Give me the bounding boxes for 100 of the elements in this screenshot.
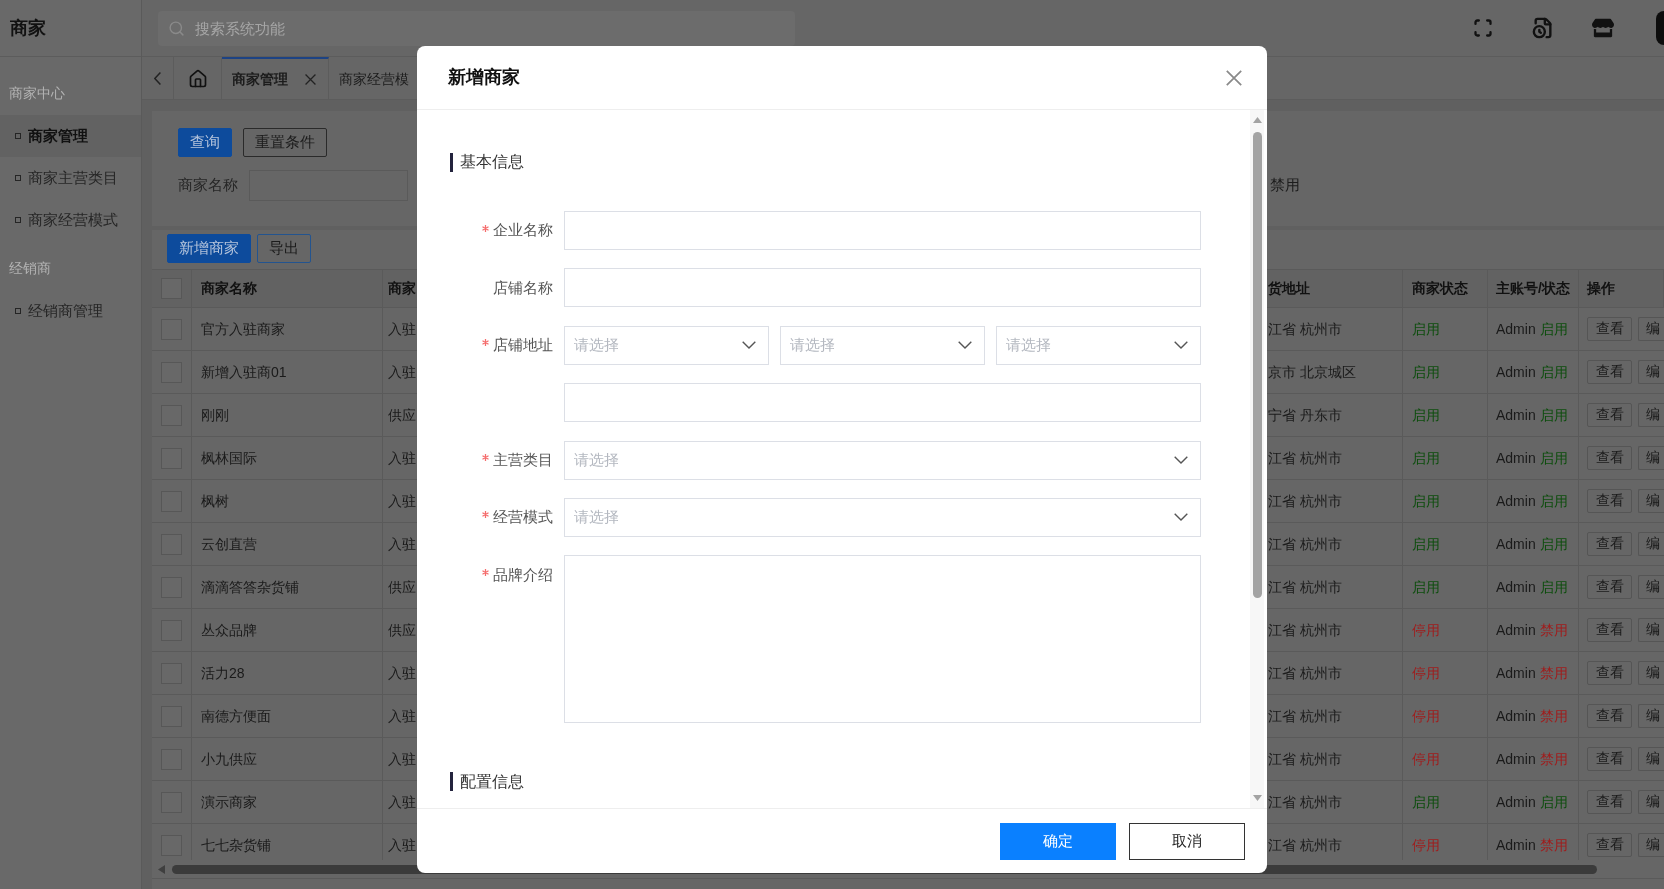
select-field[interactable]: 请选择 xyxy=(564,325,769,365)
tab[interactable]: 商家管理 xyxy=(222,57,329,99)
action-button[interactable]: 查看 xyxy=(1587,790,1632,814)
search-field[interactable]: 搜索系统功能 xyxy=(158,10,795,46)
field-label: 店铺地址 xyxy=(493,335,553,356)
filter-button[interactable]: 重置条件 xyxy=(243,128,327,157)
scrollbar-thumb[interactable] xyxy=(1252,132,1262,598)
action-button[interactable]: 查看 xyxy=(1587,403,1632,427)
action-button[interactable]: 查看 xyxy=(1587,618,1632,642)
table-cell: 官方入驻商家 xyxy=(192,308,383,350)
action-button[interactable]: 查看 xyxy=(1587,747,1632,771)
sidebar-item[interactable]: 商家主营类目 xyxy=(0,157,141,199)
table-cell: 丛众品牌 xyxy=(192,609,383,651)
action-button[interactable]: 编 xyxy=(1638,575,1664,599)
sidebar-item[interactable]: 商家管理 xyxy=(0,115,141,157)
account-status: 启用 xyxy=(1539,792,1568,812)
action-button[interactable]: 查看 xyxy=(1587,704,1632,728)
table-cell: 停用 xyxy=(1403,695,1488,737)
chevron-down-icon xyxy=(1174,456,1188,465)
chevron-down-icon xyxy=(1174,341,1188,350)
table-cell: 停用 xyxy=(1403,609,1488,651)
document-clock-icon[interactable] xyxy=(1532,17,1554,39)
action-button[interactable]: 编 xyxy=(1638,747,1664,771)
account-status: 禁用 xyxy=(1539,620,1568,640)
triangle-down-icon[interactable] xyxy=(1252,795,1262,801)
action-button[interactable]: 编 xyxy=(1638,833,1664,857)
dialog-button[interactable]: 确定 xyxy=(1000,822,1116,860)
action-button[interactable]: 查看 xyxy=(1587,532,1632,556)
triangle-up-icon[interactable] xyxy=(1252,117,1262,123)
filter-button[interactable]: 查询 xyxy=(178,128,232,157)
chevron-down-icon xyxy=(742,341,756,350)
bullet-icon xyxy=(15,133,21,139)
action-button[interactable]: 查看 xyxy=(1587,661,1632,685)
action-button[interactable]: 编 xyxy=(1638,704,1664,728)
account-name: Admin xyxy=(1496,620,1536,640)
action-button[interactable]: 编 xyxy=(1638,403,1664,427)
account-name: Admin xyxy=(1496,835,1536,855)
action-button[interactable]: 编 xyxy=(1638,446,1664,470)
close-icon[interactable] xyxy=(305,73,316,85)
toolbar-button[interactable]: 导出 xyxy=(257,234,311,263)
toolbar-button[interactable]: 新增商家 xyxy=(167,234,251,263)
table-cell: 启用 xyxy=(1403,523,1488,565)
select-field[interactable]: 请选择 xyxy=(564,440,1201,480)
action-button[interactable]: 查看 xyxy=(1587,446,1632,470)
account-status: 启用 xyxy=(1539,362,1568,382)
section-marker-icon xyxy=(450,152,453,172)
account-status: 启用 xyxy=(1539,319,1568,339)
account-name: Admin xyxy=(1496,405,1536,425)
textarea-field[interactable] xyxy=(564,555,1201,724)
sidebar-item[interactable]: 经销商管理 xyxy=(0,290,141,332)
fullscreen-icon[interactable] xyxy=(1473,18,1493,38)
dialog-button[interactable]: 取消 xyxy=(1129,822,1245,860)
tab[interactable]: 商家经营模 xyxy=(329,57,410,99)
action-button[interactable]: 编 xyxy=(1638,532,1664,556)
action-button[interactable]: 编 xyxy=(1638,360,1664,384)
select-field[interactable]: 请选择 xyxy=(996,325,1201,365)
action-button[interactable]: 查看 xyxy=(1587,360,1632,384)
column-header: 操作 xyxy=(1587,279,1615,298)
scrollbar-track[interactable] xyxy=(1250,110,1264,808)
account-name: Admin xyxy=(1496,319,1536,339)
column-header: 货地址 xyxy=(1268,279,1310,298)
table-cell: 刚刚 xyxy=(192,394,383,436)
field-label: 主营类目 xyxy=(493,449,553,470)
table-cell: 启用 xyxy=(1403,308,1488,350)
action-button[interactable]: 查看 xyxy=(1587,317,1632,341)
bullet-icon xyxy=(15,175,21,181)
close-icon[interactable] xyxy=(1226,69,1242,86)
sidebar-title: 商家 xyxy=(10,16,46,40)
table-cell: 新增入驻商01 xyxy=(192,351,383,393)
table-cell: 小九供应 xyxy=(192,738,383,780)
triangle-left-icon[interactable] xyxy=(158,864,165,874)
table-cell: 演示商家 xyxy=(192,781,383,823)
action-button[interactable]: 编 xyxy=(1638,618,1664,642)
avatar-icon[interactable] xyxy=(1656,11,1664,45)
table-cell: 启用 xyxy=(1403,351,1488,393)
account-name: Admin xyxy=(1496,362,1536,382)
action-button[interactable]: 编 xyxy=(1638,317,1664,341)
account-status: 启用 xyxy=(1539,448,1568,468)
option-label: 禁用 xyxy=(1270,175,1300,195)
action-button[interactable]: 查看 xyxy=(1587,833,1632,857)
table-cell: 滴滴答答杂货铺 xyxy=(192,566,383,608)
account-status: 启用 xyxy=(1539,405,1568,425)
action-button[interactable]: 查看 xyxy=(1587,489,1632,513)
store-icon[interactable] xyxy=(1592,17,1614,39)
sidebar-item[interactable]: 商家经营模式 xyxy=(0,199,141,241)
action-button[interactable]: 编 xyxy=(1638,661,1664,685)
account-name: Admin xyxy=(1496,448,1536,468)
account-name: Admin xyxy=(1496,706,1536,726)
action-button[interactable]: 编 xyxy=(1638,489,1664,513)
table-cell: 枫林国际 xyxy=(192,437,383,479)
column-header: 商家 xyxy=(388,279,416,298)
action-button[interactable]: 编 xyxy=(1638,790,1664,814)
select-field[interactable]: 请选择 xyxy=(564,497,1201,537)
account-status: 启用 xyxy=(1539,491,1568,511)
action-button[interactable]: 查看 xyxy=(1587,575,1632,599)
chevron-left-icon[interactable] xyxy=(154,71,161,85)
table-cell: 停用 xyxy=(1403,652,1488,694)
section-title: 配置信息 xyxy=(460,771,524,792)
section-marker-icon xyxy=(450,771,453,791)
select-field[interactable]: 请选择 xyxy=(780,325,985,365)
